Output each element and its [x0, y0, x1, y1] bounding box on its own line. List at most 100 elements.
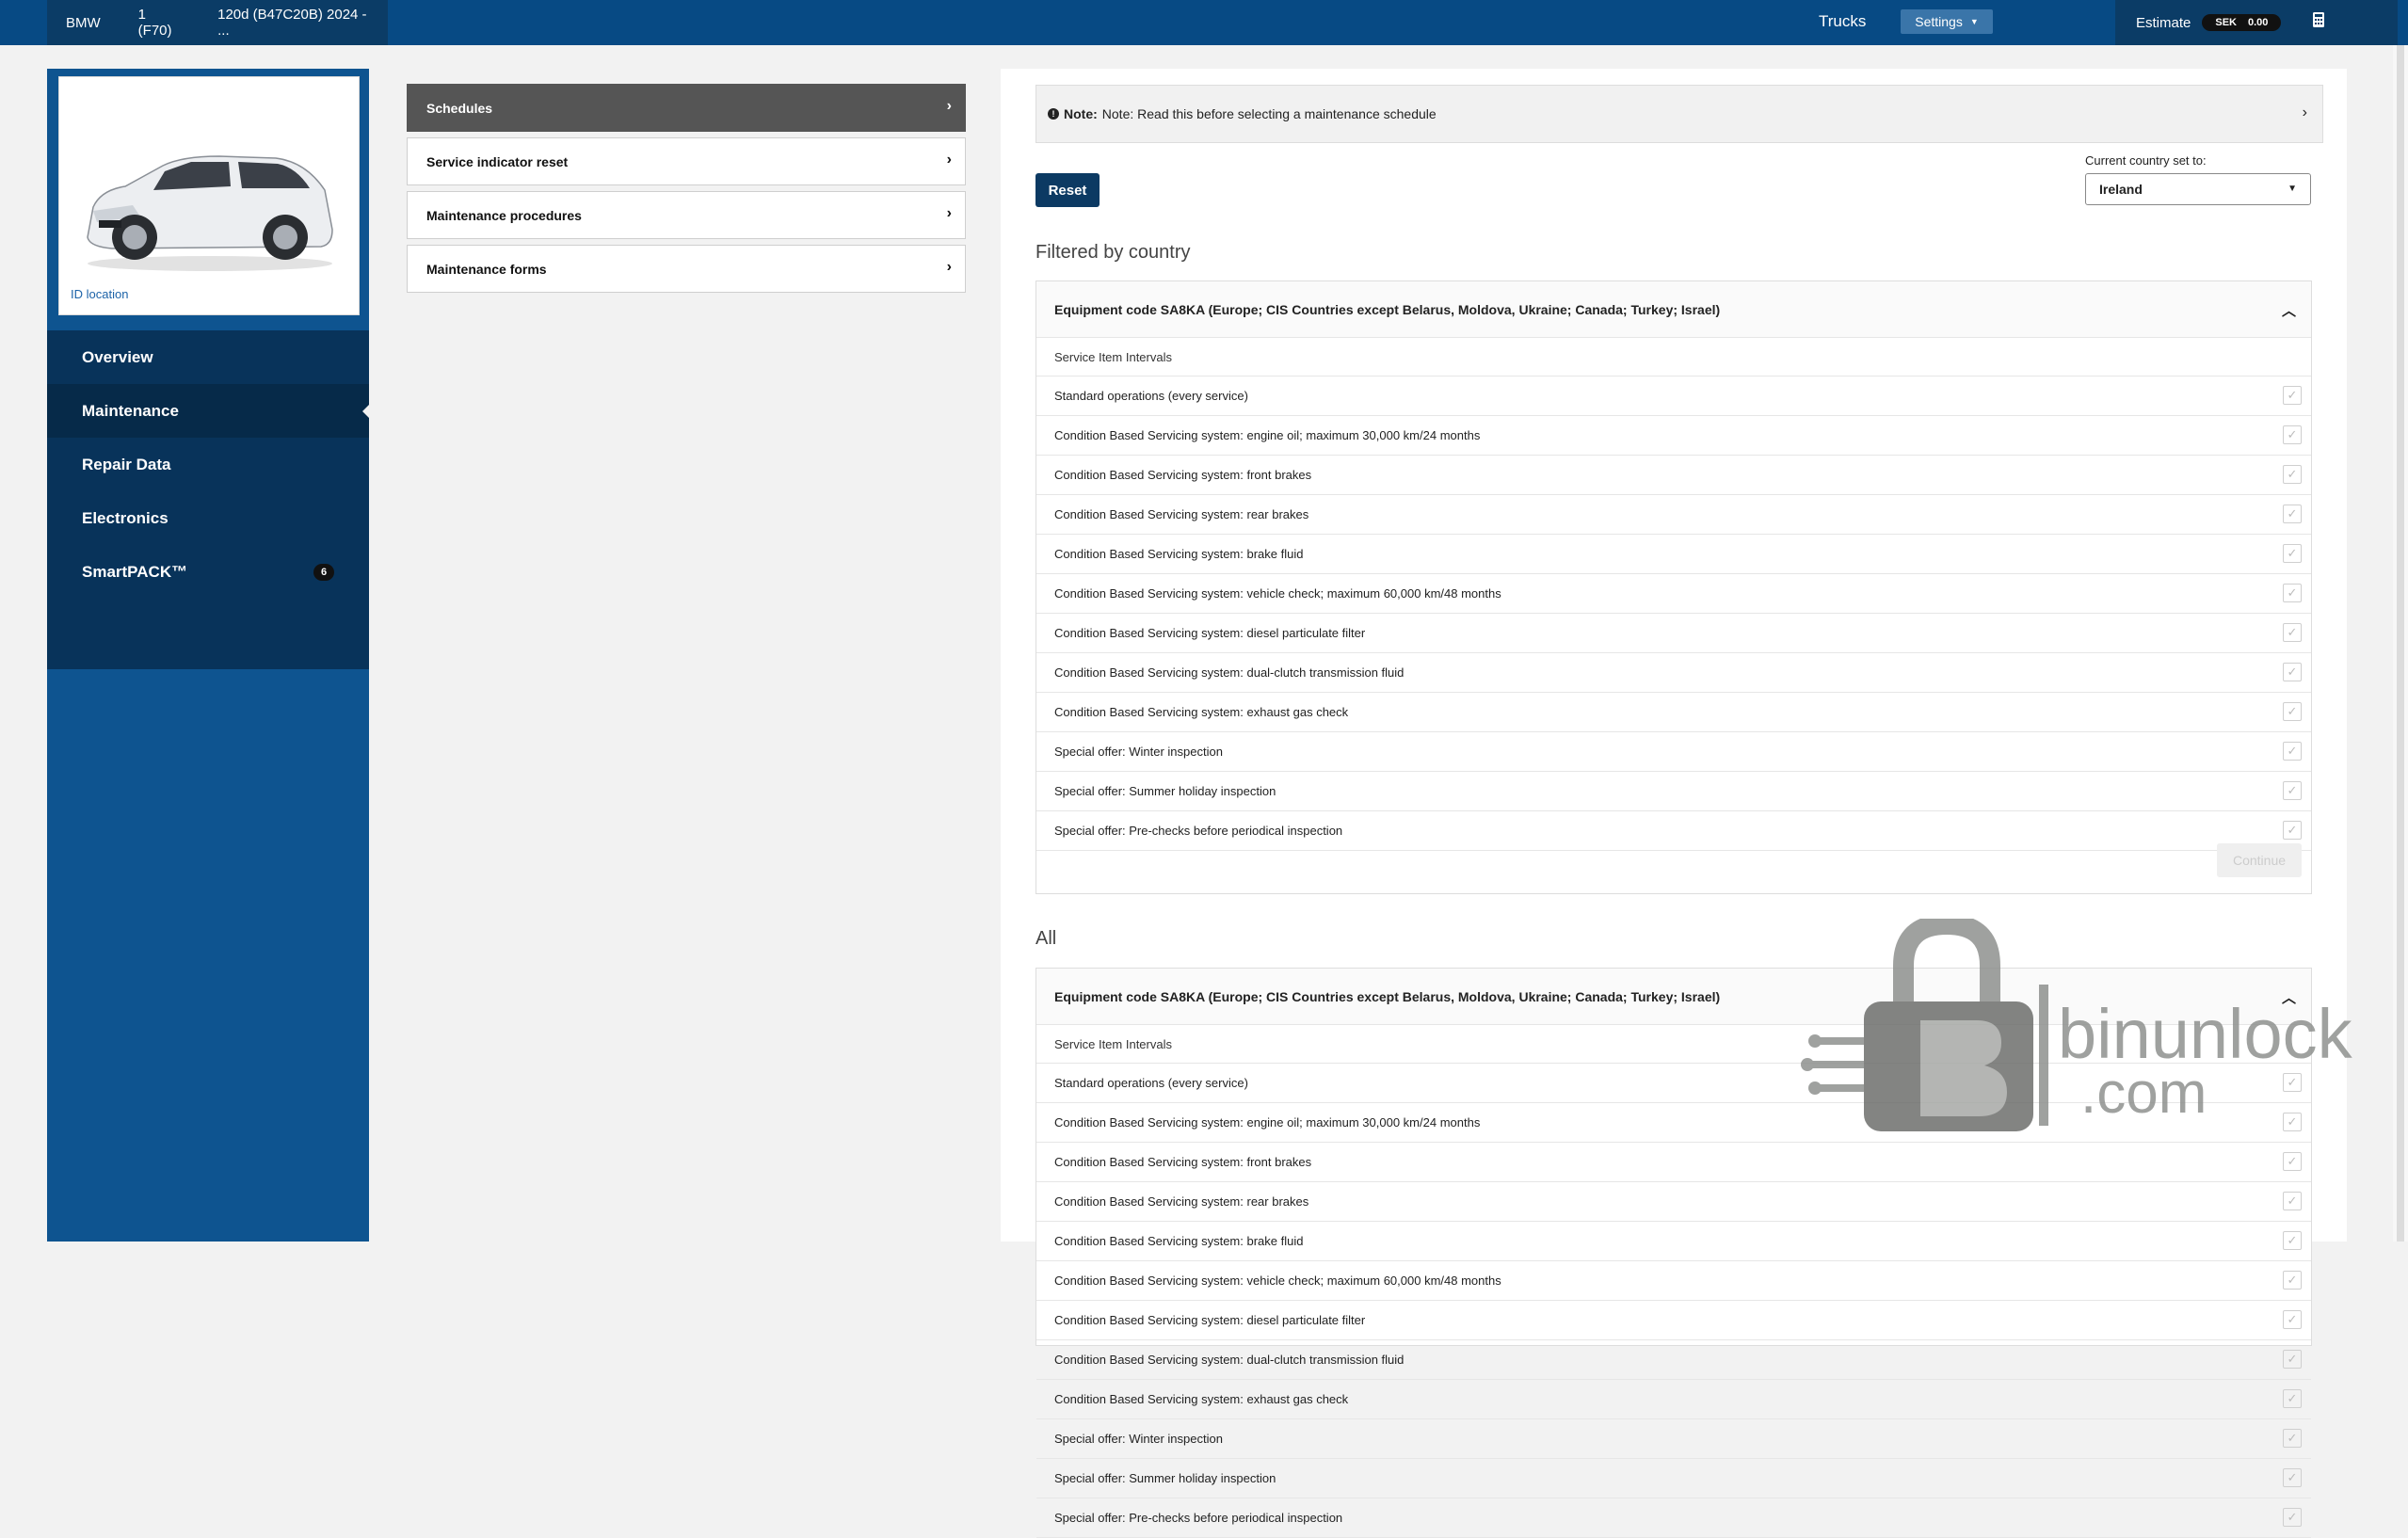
nav-item-label: Overview [82, 347, 153, 366]
watermark-text-bottom: .com [2080, 1061, 2207, 1126]
chevron-down-icon: ▼ [2288, 184, 2297, 194]
breadcrumb-make[interactable]: BMW [66, 15, 101, 31]
service-item-checkbox[interactable]: ✓ [2283, 781, 2302, 800]
estimate-area[interactable]: Estimate SEK 0.00 [2115, 0, 2398, 45]
nav-item-smartpack[interactable]: SmartPACK™ 6 [47, 545, 369, 599]
service-item-checkbox[interactable]: ✓ [2283, 505, 2302, 523]
breadcrumb: BMW 1 (F70) 120d (B47C20B) 2024 - ... [47, 0, 388, 45]
table-row[interactable]: Condition Based Servicing system: brake … [1036, 1222, 2311, 1261]
table-row[interactable]: Special offer: Pre-checks before periodi… [1036, 1498, 2311, 1538]
table-row[interactable]: Special offer: Winter inspection ✓ [1036, 1419, 2311, 1459]
equipment-header[interactable]: Equipment code SA8KA (Europe; CIS Countr… [1036, 281, 2311, 338]
table-row[interactable]: Special offer: Winter inspection ✓ [1036, 732, 2311, 772]
table-row[interactable]: Special offer: Pre-checks before periodi… [1036, 811, 2311, 851]
service-item-checkbox[interactable]: ✓ [2283, 1192, 2302, 1210]
service-item-checkbox[interactable]: ✓ [2283, 1271, 2302, 1290]
breadcrumb-engine[interactable]: 120d (B47C20B) 2024 - ... [217, 7, 369, 39]
equipment-title: Equipment code SA8KA (Europe; CIS Countr… [1054, 988, 1721, 1004]
table-row[interactable]: Condition Based Servicing system: front … [1036, 456, 2311, 495]
service-item-checkbox[interactable]: ✓ [2283, 742, 2302, 761]
table-row[interactable]: Standard operations (every service) ✓ [1036, 376, 2311, 416]
service-item-label: Condition Based Servicing system: exhaus… [1054, 1392, 1349, 1406]
table-row[interactable]: Condition Based Servicing system: dual-c… [1036, 1340, 2311, 1380]
service-item-label: Special offer: Summer holiday inspection [1054, 1471, 1276, 1485]
menu-item-service-indicator-reset[interactable]: Service indicator reset › [407, 137, 966, 185]
service-item-checkbox[interactable]: ✓ [2283, 702, 2302, 721]
chevron-right-icon: › [946, 152, 952, 168]
nav-item-repair-data[interactable]: Repair Data [47, 438, 369, 491]
table-row[interactable]: Condition Based Servicing system: dual-c… [1036, 653, 2311, 693]
service-item-checkbox[interactable]: ✓ [2283, 1350, 2302, 1369]
service-item-label: Condition Based Servicing system: engine… [1054, 428, 1481, 442]
table-row[interactable]: Condition Based Servicing system: diesel… [1036, 614, 2311, 653]
settings-button[interactable]: Settings ▼ [1901, 9, 1993, 34]
table-row[interactable]: Special offer: Summer holiday inspection… [1036, 1459, 2311, 1498]
table-row[interactable]: Condition Based Servicing system: rear b… [1036, 1182, 2311, 1222]
nav-item-electronics[interactable]: Electronics [47, 491, 369, 545]
nav-item-label: SmartPACK™ [82, 562, 188, 581]
breadcrumb-model[interactable]: 1 (F70) [138, 7, 180, 39]
nav-item-maintenance[interactable]: Maintenance [47, 384, 369, 438]
service-item-checkbox[interactable]: ✓ [2283, 386, 2302, 405]
estimate-total-badge: SEK 0.00 [2202, 14, 2282, 31]
service-item-checkbox[interactable]: ✓ [2283, 1389, 2302, 1408]
service-item-checkbox[interactable]: ✓ [2283, 465, 2302, 484]
service-item-label: Special offer: Pre-checks before periodi… [1054, 824, 1343, 838]
table-row[interactable]: Condition Based Servicing system: rear b… [1036, 495, 2311, 535]
service-item-checkbox[interactable]: ✓ [2283, 821, 2302, 840]
table-row[interactable]: Condition Based Servicing system: diesel… [1036, 1301, 2311, 1340]
note-text: Note: Read this before selecting a maint… [1101, 106, 1437, 121]
service-item-label: Condition Based Servicing system: engine… [1054, 1115, 1481, 1129]
service-item-label: Condition Based Servicing system: front … [1054, 1155, 1312, 1169]
table-row[interactable]: Condition Based Servicing system: engine… [1036, 416, 2311, 456]
chevron-right-icon: › [2302, 104, 2307, 120]
service-item-label: Special offer: Pre-checks before periodi… [1054, 1511, 1343, 1525]
service-item-label: Standard operations (every service) [1054, 1076, 1248, 1090]
calculator-icon[interactable] [2313, 12, 2324, 32]
service-item-checkbox[interactable]: ✓ [2283, 1231, 2302, 1250]
top-bar: BMW 1 (F70) 120d (B47C20B) 2024 - ... Tr… [0, 0, 2408, 45]
table-row[interactable]: Condition Based Servicing system: brake … [1036, 535, 2311, 574]
nav-item-label: Electronics [82, 508, 169, 527]
chevron-right-icon: › [946, 98, 952, 114]
country-select[interactable]: Ireland ▼ [2085, 173, 2311, 205]
service-item-label: Special offer: Winter inspection [1054, 1432, 1223, 1446]
trucks-link[interactable]: Trucks [1819, 12, 1866, 31]
service-item-checkbox[interactable]: ✓ [2283, 1310, 2302, 1329]
info-icon: ! [1048, 108, 1059, 120]
service-item-label: Special offer: Winter inspection [1054, 745, 1223, 759]
continue-button[interactable]: Continue [2217, 843, 2302, 877]
service-item-checkbox[interactable]: ✓ [2283, 623, 2302, 642]
table-row[interactable]: Special offer: Summer holiday inspection… [1036, 772, 2311, 811]
chevron-up-icon[interactable]: ︿ [2282, 300, 2296, 320]
service-item-checkbox[interactable]: ✓ [2283, 425, 2302, 444]
service-item-label: Condition Based Servicing system: vehicl… [1054, 586, 1501, 601]
table-row[interactable]: Condition Based Servicing system: vehicl… [1036, 1261, 2311, 1301]
nav-item-overview[interactable]: Overview [47, 330, 369, 384]
service-item-checkbox[interactable]: ✓ [2283, 1429, 2302, 1448]
service-item-checkbox[interactable]: ✓ [2283, 584, 2302, 602]
service-item-checkbox[interactable]: ✓ [2283, 1468, 2302, 1487]
service-item-label: Condition Based Servicing system: vehicl… [1054, 1274, 1501, 1288]
table-row[interactable]: Condition Based Servicing system: vehicl… [1036, 574, 2311, 614]
maintenance-menu: Schedules › Service indicator reset › Ma… [407, 84, 966, 298]
menu-item-label: Maintenance forms [426, 261, 547, 277]
service-item-checkbox[interactable]: ✓ [2283, 663, 2302, 681]
service-item-label: Condition Based Servicing system: dual-c… [1054, 1353, 1405, 1367]
table-row[interactable]: Condition Based Servicing system: exhaus… [1036, 1380, 2311, 1419]
chevron-down-icon: ▼ [1969, 17, 1979, 26]
estimate-label: Estimate [2136, 14, 2191, 31]
nav-item-label: Maintenance [82, 401, 179, 420]
vehicle-card: ID location [58, 76, 360, 315]
menu-item-maintenance-procedures[interactable]: Maintenance procedures › [407, 191, 966, 239]
menu-item-label: Schedules [426, 100, 493, 116]
reset-button[interactable]: Reset [1035, 173, 1100, 207]
table-row[interactable]: Condition Based Servicing system: exhaus… [1036, 693, 2311, 732]
service-item-checkbox[interactable]: ✓ [2283, 1508, 2302, 1527]
id-location-link[interactable]: ID location [71, 287, 128, 301]
service-item-checkbox[interactable]: ✓ [2283, 544, 2302, 563]
menu-item-maintenance-forms[interactable]: Maintenance forms › [407, 245, 966, 293]
schedule-note[interactable]: ! Note: Note: Read this before selecting… [1035, 85, 2323, 143]
menu-item-schedules[interactable]: Schedules › [407, 84, 966, 132]
service-item-label: Standard operations (every service) [1054, 389, 1248, 403]
